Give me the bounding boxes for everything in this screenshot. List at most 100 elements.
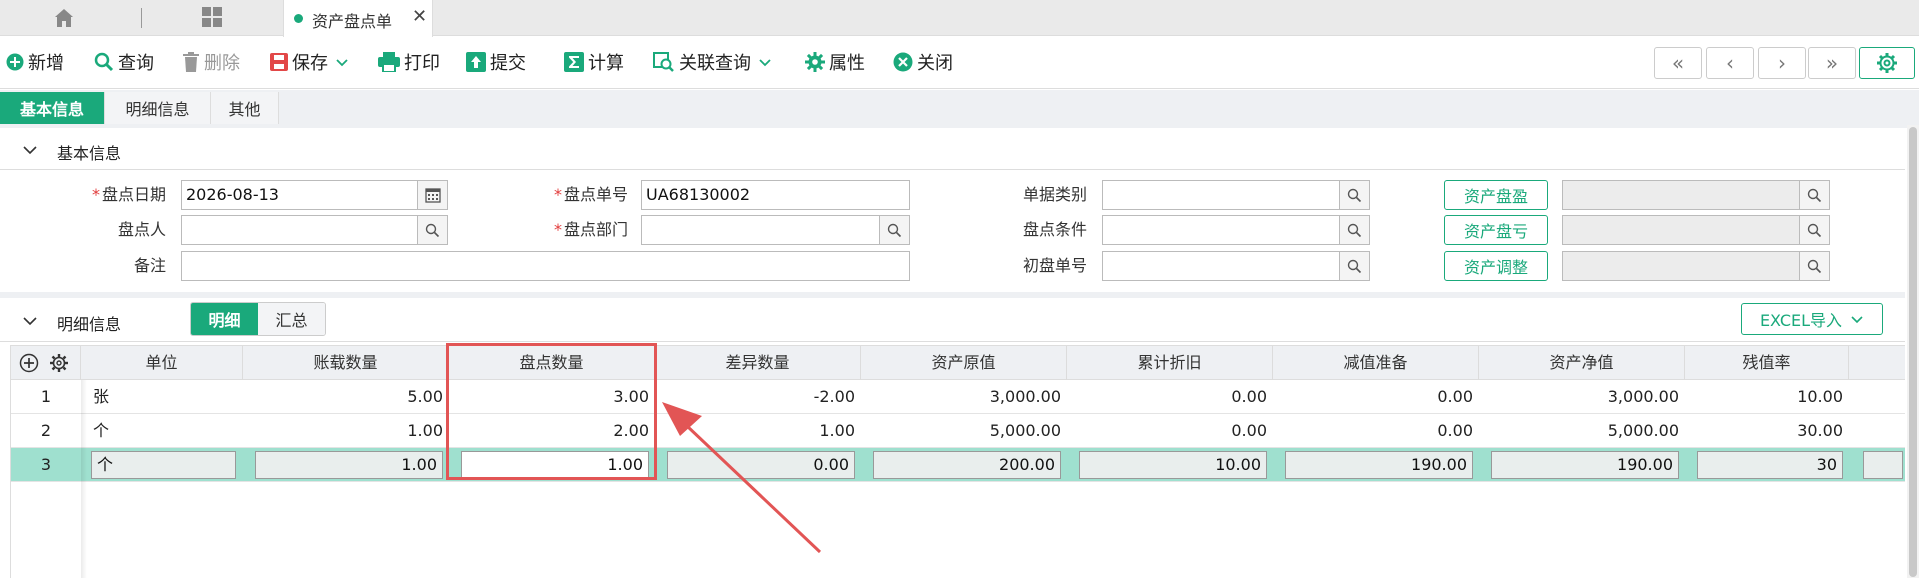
cell-impairment[interactable]: 0.00 — [1273, 414, 1479, 448]
asset-adjust-field[interactable] — [1562, 251, 1830, 281]
vertical-scrollbar[interactable] — [1907, 125, 1919, 578]
tab-summary[interactable]: 汇总 — [258, 303, 325, 335]
close-tab-icon[interactable]: ✕ — [412, 6, 427, 27]
scrollbar-thumb[interactable] — [1909, 127, 1917, 577]
calendar-button[interactable] — [417, 181, 447, 209]
cell-net-value[interactable]: 5,000.00 — [1479, 414, 1685, 448]
first-no-field[interactable] — [1102, 251, 1370, 281]
edit-book-qty[interactable]: 1.00 — [255, 451, 443, 479]
cell-accum-depr[interactable]: 0.00 — [1067, 414, 1273, 448]
search-icon — [1807, 259, 1822, 273]
submit-button[interactable]: 提交 — [466, 48, 526, 76]
save-label: 保存 — [292, 53, 328, 74]
lookup-button[interactable] — [1339, 252, 1369, 280]
asset-surplus-button[interactable]: 资产盘盈 — [1444, 180, 1548, 210]
nav-prev-button[interactable]: ‹ — [1706, 47, 1754, 79]
col-impairment[interactable]: 减值准备 — [1273, 346, 1479, 380]
chevron-down-icon[interactable] — [22, 142, 38, 158]
cell-book-qty[interactable]: 1.00 — [243, 414, 449, 448]
lookup-button[interactable] — [1799, 216, 1829, 244]
properties-button[interactable]: 属性 — [805, 48, 865, 76]
frozen-column-shadow — [81, 380, 87, 578]
nav-next-button[interactable]: › — [1758, 47, 1806, 79]
lookup-button[interactable] — [1339, 216, 1369, 244]
add-button[interactable]: 新增 — [6, 48, 64, 76]
row-index: 3 — [40, 455, 52, 474]
date-label: * 盘点日期 — [91, 185, 166, 204]
edit-original-value[interactable]: 200.00 — [873, 451, 1061, 479]
lookup-button[interactable] — [417, 216, 447, 244]
query-button[interactable]: 查询 — [94, 48, 154, 76]
nav-first-button[interactable]: « — [1654, 47, 1702, 79]
tab-detail-info[interactable]: 明细信息 — [105, 92, 211, 124]
col-unit[interactable]: 单位 — [81, 346, 243, 380]
edit-unit[interactable]: 个 — [91, 451, 236, 479]
asset-loss-field[interactable] — [1562, 215, 1830, 245]
calc-button[interactable]: 计算 — [564, 48, 624, 76]
settings-button[interactable] — [1859, 47, 1915, 79]
edit-net-value[interactable]: 190.00 — [1491, 451, 1679, 479]
home-icon[interactable] — [52, 6, 76, 30]
print-button[interactable]: 打印 — [378, 48, 440, 76]
tab-detail[interactable]: 明细 — [191, 303, 258, 335]
dept-field[interactable] — [641, 215, 910, 245]
chevron-down-icon[interactable] — [334, 54, 350, 70]
person-field[interactable] — [181, 215, 448, 245]
doc-type-field[interactable] — [1102, 180, 1370, 210]
asset-loss-button[interactable]: 资产盘亏 — [1444, 215, 1548, 245]
chevron-down-icon[interactable] — [22, 313, 38, 329]
tab-other[interactable]: 其他 — [211, 92, 279, 124]
date-field[interactable]: 2026-08-13 — [181, 180, 448, 210]
remark-field[interactable] — [181, 251, 910, 281]
cell-original-value[interactable]: 5,000.00 — [861, 414, 1067, 448]
edit-impairment[interactable]: 190.00 — [1285, 451, 1473, 479]
gear-icon[interactable] — [49, 353, 69, 373]
trash-icon — [183, 52, 199, 72]
edit-accum-depr[interactable]: 10.00 — [1079, 451, 1267, 479]
related-query-button[interactable]: 关联查询 — [653, 48, 777, 76]
table-row[interactable]: 2 个 1.00 2.00 1.00 5,000.00 0.00 0.00 5,… — [11, 414, 1905, 448]
nav-last-button[interactable]: » — [1808, 47, 1856, 79]
cell-book-qty[interactable]: 5.00 — [243, 380, 449, 414]
col-accum-depr[interactable]: 累计折旧 — [1067, 346, 1273, 380]
save-button[interactable]: 保存 — [270, 48, 354, 76]
cell-original-value[interactable]: 3,000.00 — [861, 380, 1067, 414]
cell-residual-rate[interactable]: 30.00 — [1685, 414, 1849, 448]
tab-asset-inventory[interactable]: 资产盘点单 ✕ — [283, 0, 433, 37]
close-circle-icon — [893, 52, 913, 72]
cell-net-value[interactable]: 3,000.00 — [1479, 380, 1685, 414]
asset-surplus-field[interactable] — [1562, 180, 1830, 210]
cell-impairment[interactable]: 0.00 — [1273, 380, 1479, 414]
doc-no-field[interactable]: UA68130002 — [641, 180, 910, 210]
asset-adjust-button[interactable]: 资产调整 — [1444, 251, 1548, 281]
add-row-icon[interactable] — [19, 353, 39, 373]
col-diff-qty[interactable]: 差异数量 — [655, 346, 861, 380]
calendar-icon — [424, 188, 441, 203]
condition-field[interactable] — [1102, 215, 1370, 245]
table-row[interactable]: 1 张 5.00 3.00 -2.00 3,000.00 0.00 0.00 3… — [11, 380, 1905, 414]
lookup-button[interactable] — [879, 216, 909, 244]
condition-label: 盘点条件 — [1022, 220, 1087, 239]
edit-residual-rate[interactable]: 30 — [1697, 451, 1843, 479]
col-residual-rate[interactable]: 残值率 — [1685, 346, 1849, 380]
edit-next-column[interactable] — [1863, 451, 1903, 479]
chevron-down-icon[interactable] — [757, 54, 773, 70]
table-row-selected[interactable]: 3 个 1.00 1.00 0.00 200.00 10.00 190.00 1… — [11, 448, 1905, 482]
cell-unit[interactable]: 个 — [87, 414, 243, 448]
cell-unit[interactable]: 张 — [87, 380, 243, 414]
tab-basic-info[interactable]: 基本信息 — [0, 92, 105, 124]
close-button[interactable]: 关闭 — [893, 48, 953, 76]
lookup-button[interactable] — [1799, 252, 1829, 280]
cell-residual-rate[interactable]: 10.00 — [1685, 380, 1849, 414]
doc-type-label: 单据类别 — [1022, 185, 1087, 204]
col-book-qty[interactable]: 账载数量 — [243, 346, 449, 380]
excel-import-button[interactable]: EXCEL导入 — [1741, 303, 1883, 335]
apps-grid-icon[interactable] — [200, 5, 224, 29]
delete-button[interactable]: 删除 — [182, 48, 240, 76]
basic-info-header[interactable]: 基本信息 — [0, 130, 1905, 170]
lookup-button[interactable] — [1799, 181, 1829, 209]
cell-accum-depr[interactable]: 0.00 — [1067, 380, 1273, 414]
col-original-value[interactable]: 资产原值 — [861, 346, 1067, 380]
lookup-button[interactable] — [1339, 181, 1369, 209]
col-net-value[interactable]: 资产净值 — [1479, 346, 1685, 380]
